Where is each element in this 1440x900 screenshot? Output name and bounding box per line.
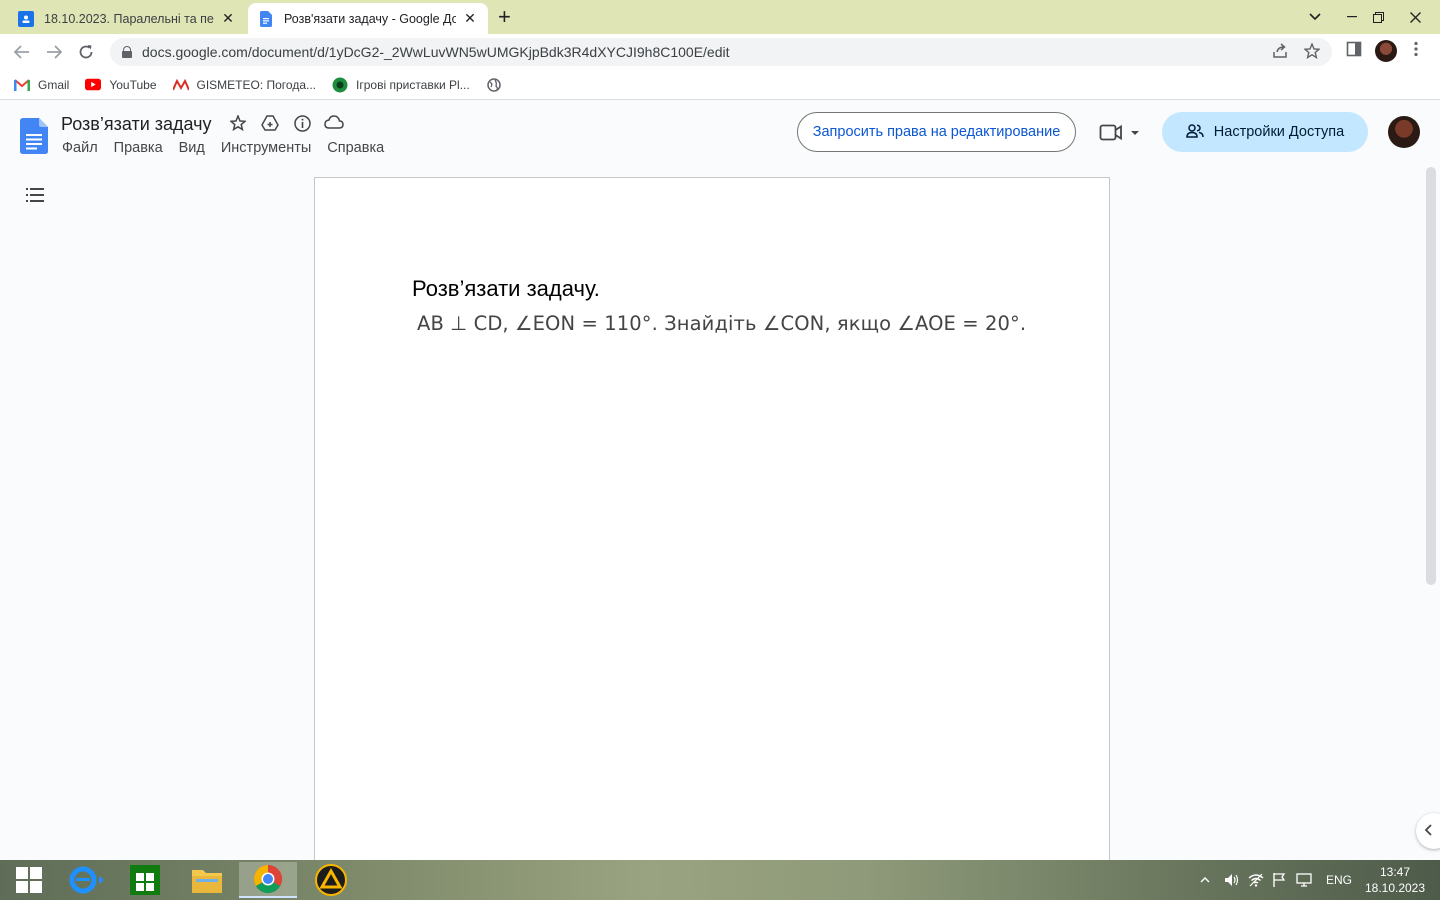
bookmark-label: GISMETEO: Погода... (196, 77, 317, 92)
youtube-icon (85, 78, 102, 92)
display-icon[interactable] (1296, 860, 1312, 900)
bookmark-label: Gmail (38, 77, 70, 92)
tab-google-docs[interactable]: Розв'язати задачу - Google Док ✕ (248, 3, 488, 34)
menu-edit[interactable]: Правка (106, 140, 171, 156)
windows-taskbar: ENG 13:47 18.10.2023 (0, 860, 1440, 900)
classroom-icon (18, 10, 34, 27)
tab-search-chevron-icon[interactable] (1300, 0, 1330, 34)
side-panel-icon[interactable] (1346, 41, 1362, 61)
browser-tabstrip: 18.10.2023. Паралельні та перпе ✕ Розв'я… (0, 0, 1440, 34)
tab-title: Розв'язати задачу - Google Док (284, 11, 456, 26)
chevron-left-icon (1424, 823, 1432, 839)
info-icon[interactable] (292, 115, 312, 137)
volume-icon[interactable] (1224, 860, 1240, 900)
google-docs-logo-icon[interactable] (20, 118, 48, 154)
vertical-scrollbar[interactable] (1426, 167, 1436, 585)
more-menu-icon[interactable] (1414, 41, 1418, 61)
side-panel-toggle[interactable] (1416, 813, 1440, 849)
bookmark-consoles[interactable]: Ігрові приставки Pl... (332, 77, 470, 92)
gismeteo-icon (172, 78, 189, 92)
tab-title: 18.10.2023. Паралельні та перпе (44, 11, 214, 26)
menu-tools[interactable]: Инструменты (213, 140, 319, 156)
address-bar[interactable]: docs.google.com/document/d/1yDcG2-_2WwLu… (110, 38, 1332, 66)
request-edit-access-button[interactable]: Запросить права на редактирование (797, 112, 1076, 152)
restore-button[interactable] (1363, 0, 1393, 34)
bookmark-label: Ігрові приставки Pl... (356, 77, 470, 92)
close-icon[interactable]: ✕ (462, 10, 478, 27)
share-label: Настройки Доступа (1213, 124, 1345, 140)
document-page[interactable]: Розв’язати задачу. AB ⊥ CD, ∠EON = 110°.… (314, 177, 1110, 877)
avast-icon[interactable] (302, 862, 360, 898)
share-settings-button[interactable]: Настройки Доступа (1162, 112, 1368, 152)
cloud-saved-icon[interactable] (324, 115, 344, 137)
menu-help[interactable]: Справка (319, 140, 392, 156)
lock-icon (122, 46, 132, 58)
docs-icon (258, 10, 274, 27)
browser-toolbar: docs.google.com/document/d/1yDcG2-_2WwLu… (0, 34, 1440, 70)
menu-file[interactable]: Файл (54, 140, 106, 156)
bookmark-globe[interactable] (486, 77, 510, 92)
share-page-icon[interactable] (1272, 43, 1288, 63)
internet-explorer-icon[interactable] (58, 862, 116, 898)
menu-view[interactable]: Вид (171, 140, 213, 156)
globe-icon (486, 77, 502, 92)
forward-button[interactable] (42, 40, 66, 64)
bookmark-label: YouTube (109, 77, 157, 92)
new-tab-button[interactable]: + (498, 6, 511, 28)
menu-bar: Файл Правка Вид Инструменты Справка (54, 140, 392, 156)
profile-avatar[interactable] (1375, 40, 1397, 62)
meet-button[interactable] (1099, 122, 1143, 144)
bookmark-gmail[interactable]: Gmail (14, 78, 69, 92)
close-window-button[interactable] (1400, 0, 1430, 34)
document-title[interactable]: Розв’язати задачу (61, 114, 212, 135)
chrome-taskbar-icon[interactable] (239, 862, 297, 898)
console-icon (332, 77, 348, 92)
document-outline-icon[interactable] (26, 187, 44, 203)
clock-time: 13:47 (1379, 865, 1411, 879)
start-button[interactable] (0, 862, 58, 898)
action-center-flag-icon[interactable] (1272, 860, 1286, 900)
star-icon[interactable] (228, 113, 248, 137)
docs-header: Розв’язати задачу Файл Правка Вид Инстру… (0, 101, 1440, 167)
bookmark-gismeteo[interactable]: GISMETEO: Погода... (172, 77, 317, 92)
back-button[interactable] (10, 40, 34, 64)
document-heading: Розв’язати задачу. (412, 276, 600, 301)
language-indicator[interactable]: ENG (1326, 860, 1352, 900)
bookmark-star-icon[interactable] (1303, 42, 1321, 63)
bookmarks-bar: Gmail YouTube GISMETEO: Погода... Ігрові… (0, 70, 1440, 100)
clock-date: 18.10.2023 (1364, 881, 1426, 895)
store-icon[interactable] (116, 862, 174, 898)
account-avatar[interactable] (1388, 116, 1420, 148)
system-clock[interactable]: 13:47 18.10.2023 (1362, 864, 1428, 896)
reload-button[interactable] (74, 40, 98, 64)
gmail-icon (14, 78, 30, 92)
url-text: docs.google.com/document/d/1yDcG2-_2WwLu… (142, 44, 730, 60)
tab-classroom[interactable]: 18.10.2023. Паралельні та перпе ✕ (8, 3, 246, 34)
close-icon[interactable]: ✕ (220, 10, 236, 27)
network-icon[interactable] (1248, 860, 1264, 900)
bookmark-youtube[interactable]: YouTube (85, 77, 157, 92)
document-problem-text: AB ⊥ CD, ∠EON = 110°. Знайдіть ∠CON, якщ… (417, 312, 1027, 335)
file-explorer-icon[interactable] (178, 862, 236, 898)
people-icon (1186, 123, 1204, 141)
tray-expand-icon[interactable] (1200, 860, 1210, 900)
move-to-drive-icon[interactable] (260, 115, 280, 137)
